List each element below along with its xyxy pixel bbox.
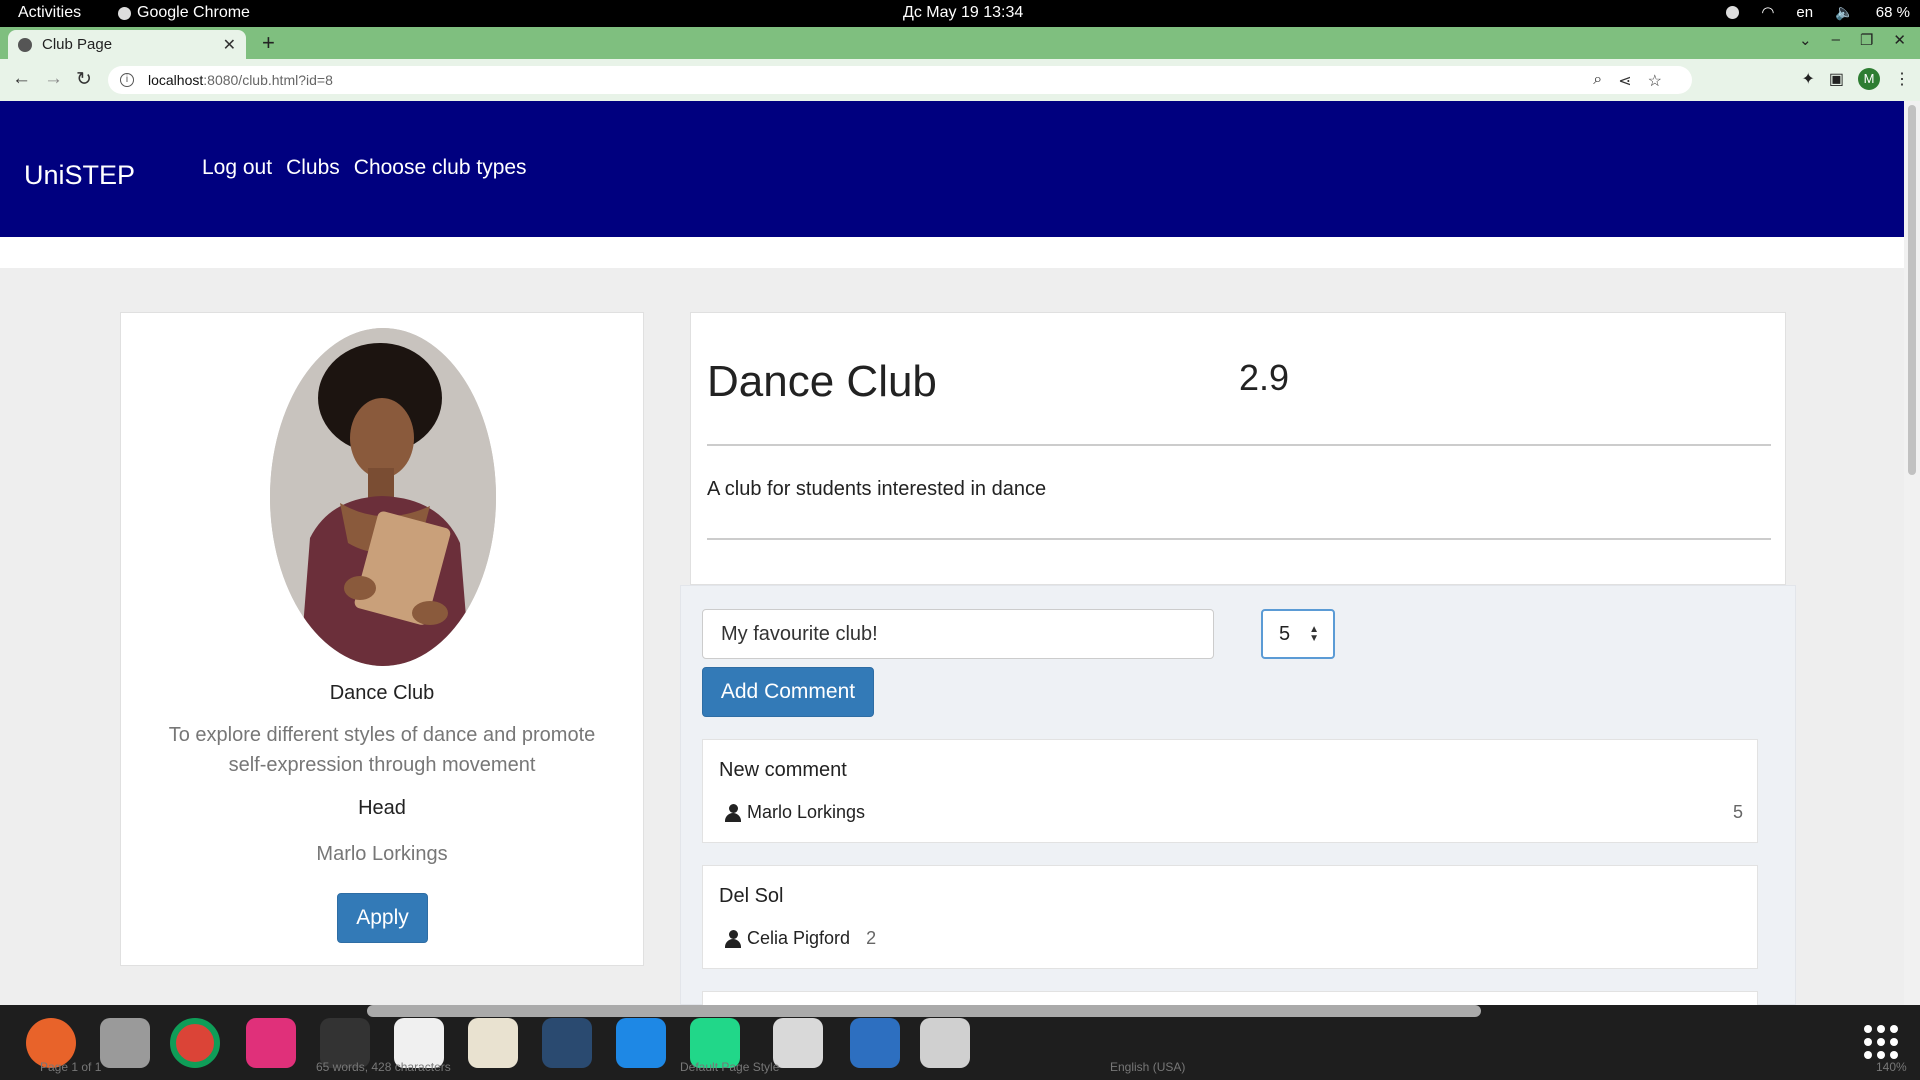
reload-icon[interactable]: ↻ [76, 68, 92, 91]
tab-search-icon[interactable]: ⌄ [1799, 31, 1812, 49]
club-card-name: Dance Club [329, 682, 435, 704]
rating-number-input[interactable]: 5 ▲ ▼ [1261, 609, 1335, 659]
nav-choose-club-types[interactable]: Choose club types [354, 156, 527, 180]
club-rating: 2.9 [1239, 357, 1290, 398]
spinner-arrows-icon[interactable]: ▲ ▼ [1309, 625, 1319, 644]
page-scrollbar[interactable] [1904, 101, 1920, 1005]
new-tab-button[interactable]: + [262, 30, 275, 56]
close-window-icon[interactable]: ✕ [1893, 31, 1906, 49]
mysql-workbench-icon[interactable] [542, 1018, 592, 1068]
globe-icon [18, 37, 32, 52]
zoom-icon[interactable]: ⌕ [1593, 71, 1602, 91]
club-header-card: Dance Club 2.9 A club for students inter… [690, 312, 1786, 585]
system-top-bar: Activities Google Chrome Дс May 19 13:34… [0, 0, 1920, 27]
comment-score: 5 [1732, 802, 1743, 822]
dock-overlay-scrollbar [367, 1005, 1481, 1017]
club-head-label: Head [358, 797, 406, 819]
navbar-spacer [0, 237, 1904, 268]
extensions-icon[interactable]: ✦ [1801, 69, 1814, 89]
apply-button[interactable]: Apply [337, 893, 428, 943]
back-icon[interactable]: ← [12, 68, 31, 90]
comment-input[interactable]: My favourite club! [702, 609, 1214, 659]
volume-icon: 🔈 [1835, 4, 1854, 21]
site-brand[interactable]: UniSTEP [24, 160, 135, 191]
restore-icon[interactable]: ❐ [1860, 31, 1873, 49]
system-tray[interactable]: ◠ en 🔈 68 % [1726, 3, 1910, 21]
club-title: Dance Club [707, 357, 937, 406]
comment-author-name: Celia Pigford [747, 928, 851, 948]
comment-item: Del Sol Celia Pigford 2 [702, 865, 1758, 969]
club-subtitle: A club for students interested in dance [707, 478, 1047, 500]
info-icon[interactable]: i [120, 73, 134, 87]
files-icon[interactable] [100, 1018, 150, 1068]
club-card-description: To explore different styles of dance and… [168, 724, 596, 776]
tab-club-page[interactable]: Club Page ✕ [8, 30, 246, 59]
writer-word-count: 65 words, 428 characters [316, 1060, 451, 1074]
address-bar[interactable]: i localhost :8080/club.html?id=8 ⌕ ⋖ ☆ [108, 66, 1692, 94]
site-nav: Log out Clubs Choose club types [202, 156, 527, 180]
toolbar: ← → ↻ i localhost :8080/club.html?id=8 ⌕… [0, 59, 1920, 101]
club-profile-card: Dance Club To explore different styles o… [120, 312, 644, 966]
forward-icon[interactable]: → [44, 68, 63, 90]
url-host: localhost [148, 72, 204, 88]
battery-indicator: 68 % [1875, 3, 1910, 21]
tab-title: Club Page [42, 36, 113, 53]
intellij-icon[interactable] [246, 1018, 296, 1068]
nav-clubs[interactable]: Clubs [286, 156, 340, 180]
network-status-icon [1726, 5, 1740, 19]
comment-list[interactable]: New comment Marlo Lorkings 5 Del Sol Cel… [702, 739, 1778, 1005]
libreoffice-writer-icon[interactable] [850, 1018, 900, 1068]
chrome-icon [118, 6, 131, 20]
side-panel-icon[interactable]: ▣ [1829, 69, 1844, 89]
writer-zoom: 140% [1876, 1060, 1907, 1074]
rating-value: 5 [1279, 623, 1291, 645]
language-indicator[interactable]: en [1796, 4, 1813, 21]
comment-item: New comment Marlo Lorkings 5 [702, 739, 1758, 843]
club-head-name: Marlo Lorkings [316, 843, 448, 865]
comment-author: Celia Pigford 2 [725, 928, 876, 949]
document-viewer-icon[interactable] [468, 1018, 518, 1068]
comment-title: Del Sol [719, 885, 784, 907]
nav-logout[interactable]: Log out [202, 156, 272, 180]
show-apps-icon[interactable] [1864, 1025, 1898, 1059]
share-icon[interactable]: ⋖ [1618, 71, 1631, 91]
user-icon [725, 803, 741, 822]
url-path: :8080/club.html?id=8 [203, 72, 333, 88]
close-tab-icon[interactable]: ✕ [223, 35, 236, 55]
bookmark-star-icon[interactable]: ☆ [1648, 71, 1662, 91]
club-photo [270, 328, 496, 666]
scrollbar-thumb[interactable] [1908, 105, 1916, 475]
app-name: Google Chrome [137, 4, 250, 21]
activities-button[interactable]: Activities [18, 4, 81, 22]
window-controls: ⌄ – ❐ ✕ [1799, 31, 1906, 49]
add-comment-button[interactable]: Add Comment [702, 667, 874, 717]
comment-title: New comment [719, 759, 847, 781]
page-viewport: UniSTEP Log out Clubs Choose club types … [0, 101, 1904, 1005]
comment-score: 2 [866, 928, 877, 948]
app-menu[interactable]: Google Chrome [118, 4, 250, 22]
vscode-icon[interactable] [616, 1018, 666, 1068]
omnibox-actions: ⌕ ⋖ ☆ [1593, 71, 1662, 91]
trash-icon[interactable] [920, 1018, 970, 1068]
clock[interactable]: Дс May 19 13:34 [903, 4, 1023, 22]
chrome-dock-icon[interactable] [170, 1018, 220, 1068]
chrome-menu-icon[interactable]: ⋮ [1894, 69, 1910, 89]
comment-author-name: Marlo Lorkings [747, 802, 866, 822]
user-icon [725, 929, 741, 948]
comment-author: Marlo Lorkings [725, 802, 865, 823]
minimize-icon[interactable]: – [1832, 31, 1840, 49]
divider [707, 538, 1771, 540]
java-app-icon[interactable] [773, 1018, 823, 1068]
comment-item [702, 991, 1758, 1005]
divider [707, 444, 1771, 446]
writer-page-status: Page 1 of 1 [40, 1060, 102, 1074]
wifi-icon: ◠ [1761, 4, 1775, 21]
site-navbar: UniSTEP Log out Clubs Choose club types [0, 101, 1904, 237]
profile-avatar[interactable]: M [1858, 68, 1880, 90]
writer-language: English (USA) [1110, 1060, 1186, 1074]
extension-area: ✦ ▣ M ⋮ [1801, 68, 1910, 90]
comments-panel: My favourite club! 5 ▲ ▼ Add Comment New … [680, 585, 1796, 1005]
tab-strip: Club Page ✕ [0, 27, 1920, 59]
writer-page-style: Default Page Style [680, 1060, 780, 1074]
